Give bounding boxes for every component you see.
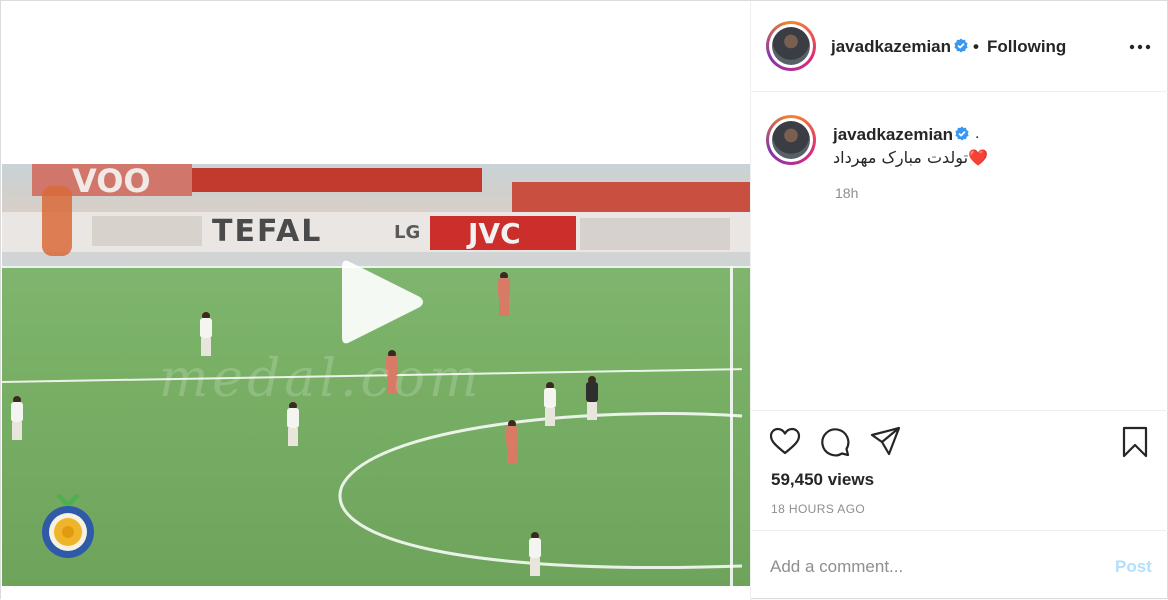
post-media: VOO TEFAL LG JVC medal.com [1,1,751,600]
verified-badge-icon [955,126,969,141]
post-timestamp[interactable]: 18 HOURS AGO [771,502,865,516]
player-red [504,420,520,464]
play-icon[interactable] [338,257,428,347]
views-count[interactable]: 59,450 views [771,470,874,490]
verified-badge-icon [954,38,968,53]
heart-icon[interactable] [769,426,801,458]
post-card: VOO TEFAL LG JVC medal.com javadkazemian… [0,0,1168,600]
send-icon[interactable] [869,425,901,457]
more-horizontal-icon[interactable] [1128,35,1152,59]
avatar-photo [772,27,810,65]
ad-jvc-text: JVC [468,217,521,250]
caption-username[interactable]: javadkazemian [833,125,953,145]
post-header: javadkazemian • Following [751,1,1168,92]
video-watermark: medal.com [159,349,483,409]
caption-trailing-mark: . [975,125,980,142]
comment-icon[interactable] [819,426,851,458]
caption-avatar[interactable] [766,115,816,165]
following-button[interactable]: Following [987,37,1066,57]
ad-tefal-text: TEFAL [212,214,323,249]
player-red [496,272,512,316]
post-actions: 59,450 views 18 HOURS AGO [751,410,1168,530]
avatar-photo [772,121,810,159]
player-white [542,382,558,426]
player-white [527,532,543,576]
heart-emoji: ❤️ [968,148,988,167]
player-white [9,396,25,440]
header-separator: • [973,37,979,56]
caption-text: تولدت مبارک مهرداد [833,148,969,167]
caption-text-row: تولدت مبارک مهرداد❤️ [833,148,988,167]
author-username[interactable]: javadkazemian [831,37,951,57]
comment-bar: Post [751,530,1168,600]
video-player[interactable]: VOO TEFAL LG JVC medal.com [2,164,750,586]
post-comment-button[interactable]: Post [1115,557,1152,577]
ad-voo-text: VOO [72,164,151,200]
post-side-panel: javadkazemian • Following javadkazemian [751,1,1168,600]
comment-input[interactable] [770,555,1090,579]
player-dark [584,376,600,420]
ad-lg-text: LG [394,222,421,243]
crowd-figure [42,186,72,256]
caption-time-ago[interactable]: 18h [835,185,858,201]
medal-logo-icon [42,494,94,558]
author-avatar[interactable] [766,21,816,71]
bookmark-icon[interactable] [1119,426,1151,458]
